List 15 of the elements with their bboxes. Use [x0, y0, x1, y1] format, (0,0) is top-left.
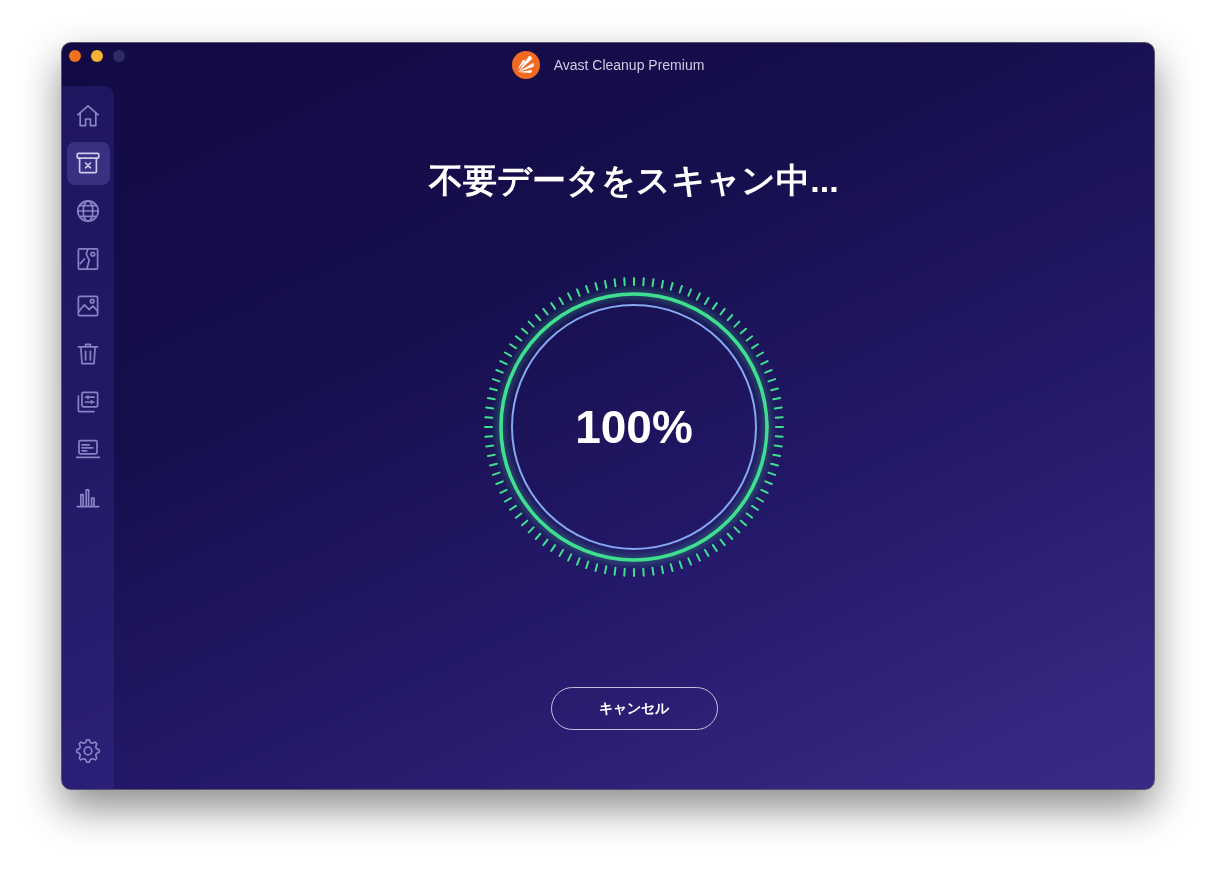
logo-icon: [511, 50, 540, 79]
bin-icon: [76, 151, 100, 176]
picture-icon: [76, 294, 100, 319]
minimize-icon[interactable]: [91, 50, 103, 62]
trash-icon: [76, 341, 100, 366]
progress-percent: 100%: [575, 401, 693, 453]
window-title: Avast Cleanup Premium: [553, 56, 705, 73]
globe-icon: [76, 198, 100, 223]
sidebar-item[interactable]: [66, 141, 110, 185]
close-icon[interactable]: [69, 50, 81, 62]
sliders-icon: [76, 389, 100, 414]
house-icon: [76, 103, 100, 128]
split-picture-icon: [76, 246, 100, 271]
scan-heading: 不要データをスキャン中...: [429, 160, 839, 200]
settings-icon: [76, 738, 100, 763]
